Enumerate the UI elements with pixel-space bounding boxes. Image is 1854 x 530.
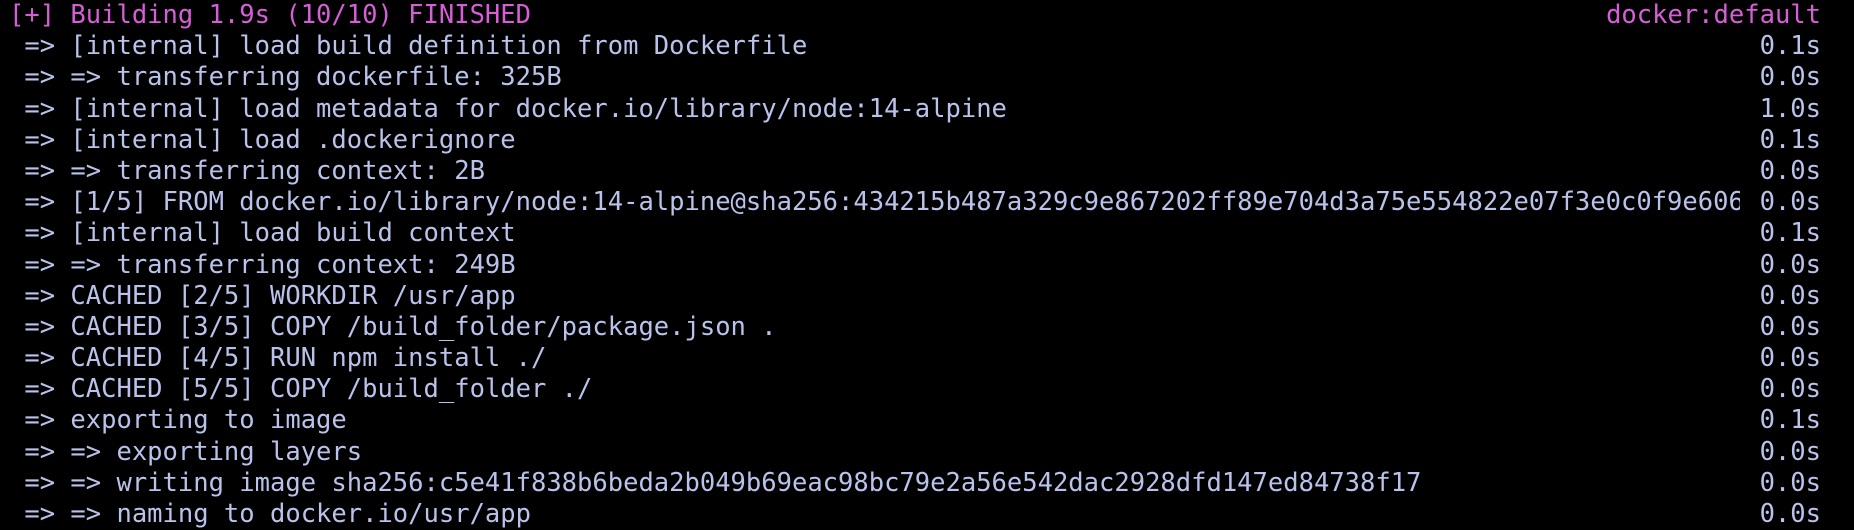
step-text: => [internal] load build definition from… <box>9 31 808 62</box>
step-duration: 0.0s <box>1759 436 1821 467</box>
build-step: => CACHED [3/5] COPY /build_folder/packa… <box>9 312 1821 343</box>
step-duration: 0.0s <box>1759 187 1821 218</box>
step-text: => => transferring dockerfile: 325B <box>9 62 562 93</box>
build-step: => => exporting layers 0.0s <box>9 437 1821 468</box>
step-text: => [internal] load .dockerignore <box>9 124 516 155</box>
build-step: => => transferring context: 249B 0.0s <box>9 250 1821 281</box>
build-step: => => transferring context: 2B 0.0s <box>9 156 1821 187</box>
step-duration: 0.0s <box>1759 343 1821 374</box>
build-step: => CACHED [5/5] COPY /build_folder ./ 0.… <box>9 374 1821 405</box>
build-step: => exporting to image 0.1s <box>9 405 1821 436</box>
build-step: => CACHED [2/5] WORKDIR /usr/app 0.0s <box>9 281 1821 312</box>
step-text: => [internal] load build context <box>9 218 516 249</box>
build-step: => [1/5] FROM docker.io/library/node:14-… <box>9 187 1821 218</box>
build-step: => => naming to docker.io/usr/app 0.0s <box>9 499 1821 530</box>
build-step: => [internal] load .dockerignore 0.1s <box>9 125 1821 156</box>
step-text: => exporting to image <box>9 405 347 436</box>
step-text: => => transferring context: 249B <box>9 249 516 280</box>
step-text: => [internal] load metadata for docker.i… <box>9 93 1007 124</box>
step-text: => CACHED [5/5] COPY /build_folder ./ <box>9 374 593 405</box>
build-status: [+] Building 1.9s (10/10) FINISHED <box>9 0 531 30</box>
build-context: docker:default <box>1606 0 1821 30</box>
step-duration: 0.0s <box>1759 155 1821 186</box>
step-text: => CACHED [2/5] WORKDIR /usr/app <box>9 280 516 311</box>
build-step: => => writing image sha256:c5e41f838b6be… <box>9 468 1821 499</box>
step-text: => CACHED [4/5] RUN npm install ./ <box>9 343 547 374</box>
step-duration: 0.0s <box>1759 311 1821 342</box>
step-text: => => transferring context: 2B <box>9 155 485 186</box>
step-duration: 0.0s <box>1759 249 1821 280</box>
step-duration: 1.0s <box>1759 93 1821 124</box>
build-header: [+] Building 1.9s (10/10) FINISHED docke… <box>9 0 1821 31</box>
step-text: => [1/5] FROM docker.io/library/node:14-… <box>9 187 1740 218</box>
step-text: => => exporting layers <box>9 436 363 467</box>
terminal-window[interactable]: [+] Building 1.9s (10/10) FINISHED docke… <box>0 0 1854 530</box>
build-step: => [internal] load build definition from… <box>9 31 1821 62</box>
build-step: => [internal] load build context 0.1s <box>9 218 1821 249</box>
step-duration: 0.1s <box>1759 31 1821 62</box>
step-text: => => naming to docker.io/usr/app <box>9 499 531 529</box>
build-step: => [internal] load metadata for docker.i… <box>9 94 1821 125</box>
step-text: => => writing image sha256:c5e41f838b6be… <box>9 467 1422 498</box>
step-duration: 0.0s <box>1759 280 1821 311</box>
step-duration: 0.1s <box>1759 124 1821 155</box>
step-duration: 0.0s <box>1759 62 1821 93</box>
step-duration: 0.0s <box>1759 499 1821 529</box>
step-duration: 0.0s <box>1759 467 1821 498</box>
build-step: => CACHED [4/5] RUN npm install ./ 0.0s <box>9 343 1821 374</box>
step-duration: 0.0s <box>1759 374 1821 405</box>
step-duration: 0.1s <box>1759 405 1821 436</box>
build-step: => => transferring dockerfile: 325B 0.0s <box>9 62 1821 93</box>
step-duration: 0.1s <box>1759 218 1821 249</box>
step-text: => CACHED [3/5] COPY /build_folder/packa… <box>9 311 777 342</box>
